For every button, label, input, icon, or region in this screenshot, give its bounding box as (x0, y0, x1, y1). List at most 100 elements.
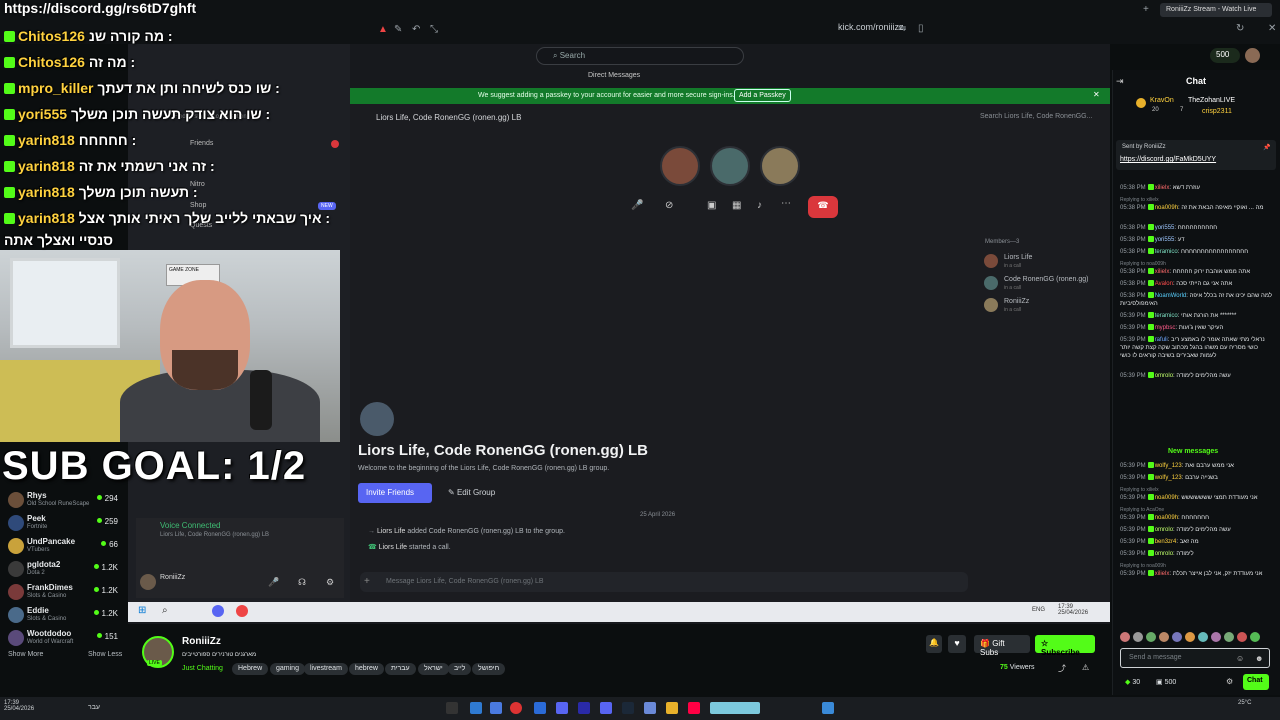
extension-icon[interactable]: ✎ (394, 24, 402, 35)
emote-icon[interactable] (1120, 632, 1130, 642)
message-username[interactable]: omrolo (1155, 551, 1173, 557)
emote-icon[interactable] (1159, 632, 1169, 642)
chat-message[interactable]: 05:38 PM yori555: דע (1120, 236, 1272, 244)
stream-tag[interactable]: לייב (448, 663, 472, 675)
streamer-name[interactable]: RoniiiZz (182, 636, 221, 647)
activities-icon[interactable]: ▦ (732, 200, 741, 211)
microphone-icon[interactable]: 🎤 (268, 577, 279, 588)
word-icon[interactable] (534, 702, 546, 714)
leader-name[interactable]: KravOn (1150, 97, 1174, 104)
soundboard-icon[interactable]: ♪ (757, 200, 762, 211)
add-attachment-icon[interactable]: + (364, 576, 370, 587)
close-icon[interactable]: ✕ (1268, 23, 1276, 34)
new-messages-divider[interactable]: New messages (1168, 448, 1218, 455)
stream-category[interactable]: Just Chatting (182, 665, 223, 672)
emote-icon[interactable]: ☺ (1236, 654, 1244, 663)
close-icon[interactable]: ✕ (1093, 90, 1100, 99)
stream-tag[interactable]: חיפושל (472, 663, 506, 675)
emote-icon[interactable] (1172, 632, 1182, 642)
chat-message[interactable]: 05:39 PM omrolo: לימודה (1120, 550, 1272, 558)
search-input[interactable]: ⌕ Search (536, 47, 744, 65)
emote-icon[interactable] (1237, 632, 1247, 642)
steam-icon[interactable] (622, 702, 634, 714)
message-username[interactable]: yori555 (1155, 225, 1175, 231)
call-avatar[interactable] (760, 146, 800, 186)
chat-message[interactable]: 05:38 PM Avalon: אתה אני גם הייתי סכה (1120, 280, 1272, 288)
show-more-button[interactable]: Show More (8, 651, 43, 658)
message-username[interactable]: mypbsc (1155, 325, 1176, 331)
edit-group-button[interactable]: ✎ Edit Group (448, 488, 495, 497)
app-icon[interactable] (644, 702, 656, 714)
screen-share-icon[interactable]: ▣ (707, 200, 716, 211)
stream-tag[interactable]: עברית (385, 663, 416, 675)
discord-icon[interactable] (600, 702, 612, 714)
camera-off-icon[interactable]: ⊘ (665, 200, 673, 211)
emote-icon[interactable] (1211, 632, 1221, 642)
channel-item[interactable]: Wootdodoo World of Warcraft 151 (0, 628, 124, 650)
message-username[interactable]: xilielx (1155, 185, 1170, 191)
new-tab-icon[interactable]: + (1143, 4, 1149, 15)
stream-tag[interactable]: livestream (304, 663, 348, 675)
chat-message[interactable]: Replying to noa009h 05:39 PM xilielx: אני … (1120, 562, 1272, 578)
folder-icon[interactable] (666, 702, 678, 714)
add-passkey-button[interactable]: Add a Passkey (734, 89, 791, 102)
invite-friends-button[interactable]: Invite Friends (358, 483, 432, 503)
sidebar-item-friends[interactable]: Friends (190, 140, 213, 147)
chrome-icon[interactable] (510, 702, 522, 714)
avatar[interactable] (1245, 48, 1260, 63)
avatar[interactable] (140, 574, 156, 590)
chat-send-button[interactable]: Chat (1243, 674, 1269, 690)
message-username[interactable]: omrolo (1155, 373, 1173, 379)
stream-tag[interactable]: gaming (270, 663, 305, 675)
channel-item[interactable]: pgldota2 Dota 2 1.2K (0, 559, 124, 581)
app-icon[interactable] (490, 702, 502, 714)
back-icon[interactable]: ↶ (412, 24, 420, 35)
notifications-button[interactable]: 🔔 (926, 635, 942, 653)
show-less-button[interactable]: Show Less (88, 651, 122, 658)
message-username[interactable]: ben3zr4 (1155, 539, 1177, 545)
browser-tab[interactable]: RoniiiZz Stream - Watch Live (1160, 3, 1272, 17)
call-avatar[interactable] (660, 146, 700, 186)
chat-message[interactable]: Replying to noa009h 05:38 PM xilielx: אתה … (1120, 260, 1272, 276)
task-view-icon[interactable] (446, 702, 458, 714)
report-icon[interactable]: ⚠ (1082, 663, 1089, 672)
message-username[interactable]: omrolo (1155, 527, 1173, 533)
keyboard-language[interactable]: עבר (88, 704, 100, 711)
message-username[interactable]: yori555 (1155, 237, 1175, 243)
chat-message[interactable]: 05:38 PM yori555: חחחחחחחחחח (1120, 224, 1272, 232)
points-badge[interactable]: 500 (1210, 48, 1240, 63)
pin-icon[interactable]: 📌 (1263, 144, 1270, 151)
shield-icon[interactable]: ▲ (378, 24, 388, 35)
chat-message[interactable]: 05:39 PM rafuli: נראלי מתי שאתה אומר לו ב… (1120, 336, 1272, 360)
message-username[interactable]: noa009h (1155, 205, 1178, 211)
message-input[interactable]: Message Liors Life, Code RonenGG (ronen.… (360, 572, 968, 592)
channel-item[interactable]: Rhys Old School RuneScape 294 (0, 490, 124, 512)
collapse-chat-icon[interactable]: ⇥ (1116, 76, 1124, 87)
gift-subs-button[interactable]: 🎁 Gift Subs (974, 635, 1030, 657)
channel-item[interactable]: Peek Fortnite 259 (0, 513, 124, 535)
bookmark-icon[interactable]: ▯ (918, 23, 924, 34)
chat-points[interactable]: ◆ 30 (1125, 678, 1140, 686)
crop-icon[interactable]: ⤡ (430, 24, 438, 35)
member-item[interactable]: RoniiiZz in a call (984, 296, 1104, 318)
message-username[interactable]: Avalon (1155, 281, 1173, 287)
call-avatar[interactable] (710, 146, 750, 186)
microphone-icon[interactable]: 🎤 (631, 200, 643, 211)
emote-icon[interactable] (1198, 632, 1208, 642)
chat-message[interactable]: Replying to xilielx 05:38 PM noa009h: מה .… (1120, 196, 1272, 212)
end-call-button[interactable]: ☎ (808, 196, 838, 218)
emote-icon[interactable] (1133, 632, 1143, 642)
chat-message[interactable]: 05:39 PM omrolo: עשה מהלימים לימודה (1120, 526, 1272, 534)
app-icon[interactable] (822, 702, 834, 714)
message-username[interactable]: xilielx (1155, 269, 1170, 275)
chat-message[interactable]: 05:39 PM wolfy_123: אני ממש ערבם ואת (1120, 462, 1272, 470)
chat-balance[interactable]: ▣ 500 (1156, 678, 1176, 686)
emote-icon[interactable] (1250, 632, 1260, 642)
stream-tag[interactable]: hebrew (349, 663, 384, 675)
gear-icon[interactable]: ⚙ (326, 577, 334, 588)
gear-icon[interactable]: ⚙ (1226, 677, 1233, 686)
message-username[interactable]: noa009h (1155, 515, 1178, 521)
discord-icon[interactable] (556, 702, 568, 714)
chat-message[interactable]: 05:39 PM teramico: את הורגת אותי ******* (1120, 312, 1272, 320)
emote-icon[interactable] (1224, 632, 1234, 642)
